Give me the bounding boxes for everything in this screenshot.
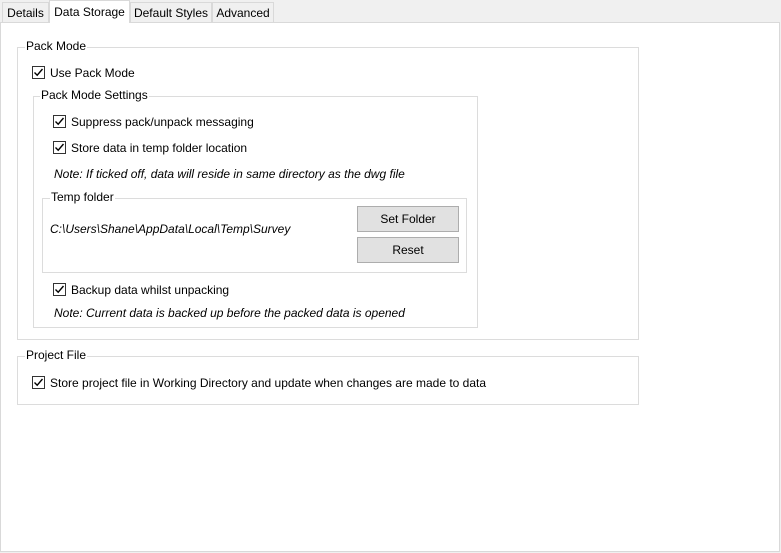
checkbox-box[interactable] (53, 115, 66, 128)
checkmark-icon (55, 285, 65, 294)
use-pack-mode-label: Use Pack Mode (50, 66, 135, 80)
pack-mode-settings-title: Pack Mode Settings (40, 88, 149, 102)
checkbox-box[interactable] (53, 283, 66, 296)
tab-details[interactable]: Details (2, 2, 49, 22)
checkmark-icon (55, 143, 65, 152)
checkbox-box[interactable] (32, 66, 45, 79)
pack-mode-title: Pack Mode (25, 39, 88, 53)
checkmark-icon (55, 117, 65, 126)
tab-default-styles[interactable]: Default Styles (130, 2, 212, 22)
temp-folder-path: C:\Users\Shane\AppData\Local\Temp\Survey (50, 222, 291, 236)
tab-strip: Details Data Storage Default Styles Adva… (0, 0, 781, 23)
store-temp-label: Store data in temp folder location (71, 141, 248, 155)
checkmark-icon (34, 378, 44, 387)
checkbox-box[interactable] (53, 141, 66, 154)
backup-note: Note: Current data is backed up before t… (54, 306, 405, 320)
tab-panel-data-storage: Pack Mode Use Pack Mode Pack Mode Settin… (0, 22, 780, 552)
project-file-title: Project File (25, 348, 88, 362)
checkbox-box[interactable] (32, 376, 45, 389)
tab-data-storage[interactable]: Data Storage (49, 0, 130, 23)
temp-folder-note: Note: If ticked off, data will reside in… (54, 167, 405, 181)
suppress-messaging-label: Suppress pack/unpack messaging (71, 115, 254, 129)
backup-data-label: Backup data whilst unpacking (71, 283, 230, 297)
checkmark-icon (34, 68, 44, 77)
reset-button[interactable]: Reset (357, 237, 459, 263)
set-folder-button[interactable]: Set Folder (357, 206, 459, 232)
temp-folder-title: Temp folder (50, 190, 115, 204)
store-project-file-label: Store project file in Working Directory … (50, 376, 487, 390)
tab-advanced[interactable]: Advanced (212, 2, 274, 22)
